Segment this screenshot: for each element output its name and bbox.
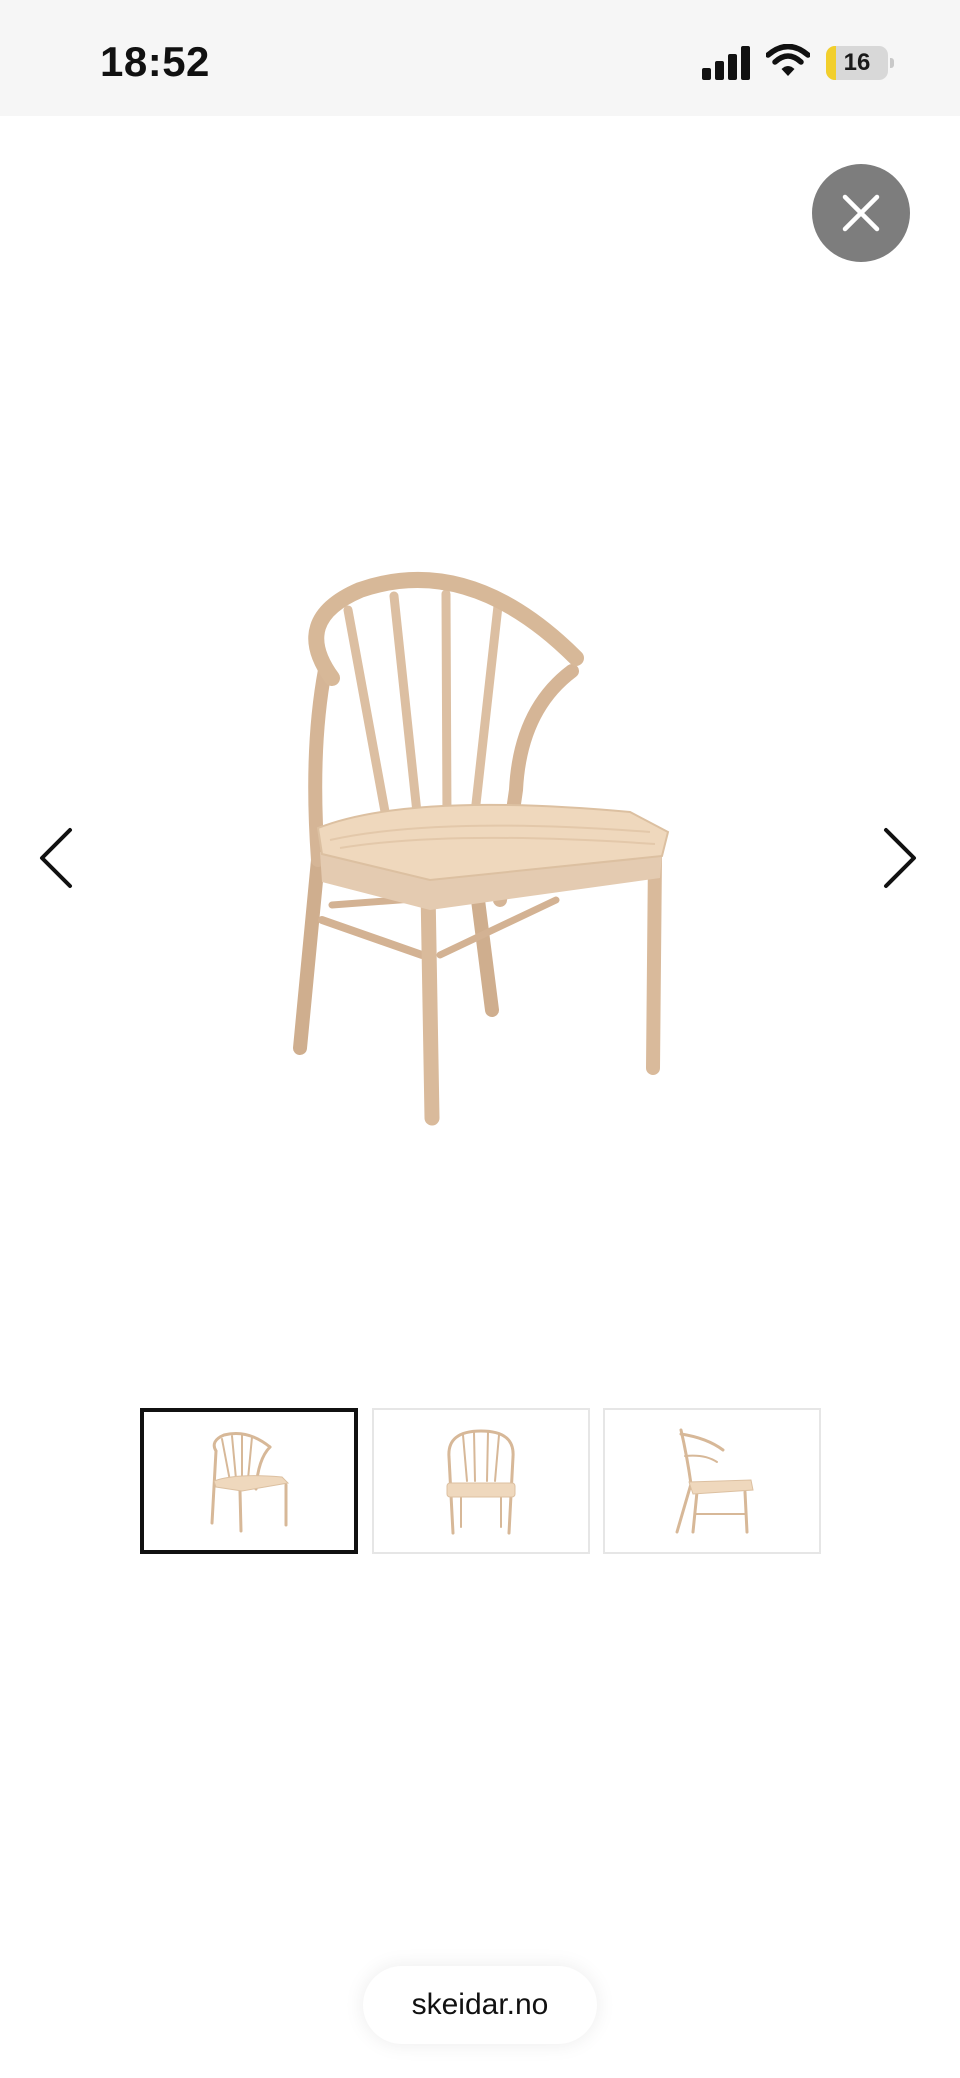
wifi-icon: [766, 44, 810, 76]
cellular-signal-icon: [702, 46, 750, 80]
chevron-left-icon[interactable]: [36, 826, 76, 890]
url-bar[interactable]: skeidar.no: [363, 1966, 597, 2044]
chair-thumbnail-front: [446, 1429, 516, 1535]
chevron-right-icon[interactable]: [880, 826, 920, 890]
battery-level: 16: [843, 49, 871, 76]
wooden-chair-image: [293, 572, 670, 1126]
close-icon: [842, 194, 880, 232]
thumbnail-front-view[interactable]: [372, 1408, 590, 1554]
chair-thumbnail-side: [675, 1428, 754, 1534]
url-text: skeidar.no: [411, 1988, 549, 2021]
chair-thumbnail-angled: [210, 1432, 290, 1533]
status-time: 18:52: [100, 38, 210, 85]
battery-indicator: 16: [826, 46, 894, 80]
thumbnail-side-view[interactable]: [603, 1408, 821, 1554]
thumbnail-angled-view[interactable]: [140, 1408, 358, 1554]
close-button[interactable]: [812, 164, 910, 262]
status-bar: 18:52 16: [0, 0, 960, 116]
